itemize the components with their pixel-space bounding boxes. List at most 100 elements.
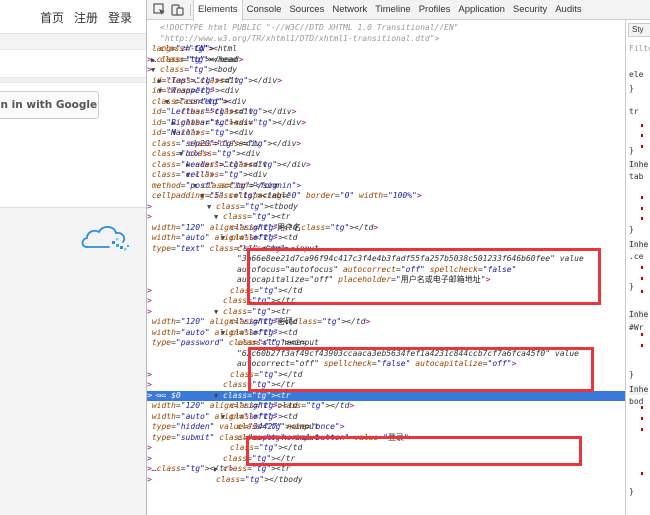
tab-console[interactable]: Console [243,0,286,20]
devtools-tabs: Elements Console Sources Network Timelin… [193,0,586,21]
dom-node[interactable]: ▼ class="tg"><div class="content"> [147,97,625,107]
dom-node[interactable]: class="tg"><td width="120" align="right"… [147,401,625,411]
tab-profiles[interactable]: Profiles [415,0,455,20]
dom-node[interactable]: ▶ class="tg"><div id="Rightbar">…class="t… [147,118,625,128]
dom-node[interactable]: ▶ class="tg"><head >…class="tg"></head> [147,55,625,65]
dom-node[interactable]: ▼ class="tg"><td width="auto" align="left… [147,412,625,422]
style-rule-line: } [629,487,634,496]
style-property-marker [641,134,643,137]
dom-node[interactable]: class="tg"></td > [147,443,625,453]
dom-node[interactable]: class="tg"><input type="password" class=… [147,338,625,348]
dom-node[interactable]: class="tg"><input type="submit" class="s… [147,433,625,443]
cloud-logo-icon [81,225,129,251]
style-property-marker [641,196,643,199]
styles-filter[interactable]: Filte [629,44,650,54]
dom-node[interactable]: "http://www.w3.org/TR/xhtml1/DTD/xhtml1-… [147,34,625,44]
dom-node[interactable]: <!DOCTYPE html PUBLIC "-//W3C//DTD XHTML… [147,23,625,33]
style-property-marker [641,290,643,293]
dom-node[interactable]: class="tg"></td > [147,370,625,380]
devtools-panel: Elements Console Sources Network Timelin… [146,0,650,515]
style-rule-line: .ce [629,252,644,261]
style-rule-line: Inhe [629,240,649,250]
dom-node[interactable]: ▼ class="tg"><body > [147,65,625,75]
dom-node[interactable]: autocorrect="off" spellcheck="false" aut… [147,359,625,369]
dom-node[interactable]: ▼ class="tg"><tr > [147,212,625,222]
page-top-bar: 首页 注册 登录 [0,0,146,34]
dom-node[interactable]: ▼ class="tg"><div id="Main"> [147,128,625,138]
google-signin-card: gn in with Google [0,82,146,208]
inspect-element-icon[interactable] [153,3,166,16]
style-property-marker [641,428,643,431]
dom-node[interactable]: class="tg"></tbody > [147,475,625,485]
style-property-marker [641,217,643,220]
dom-node[interactable]: "62c60b27f3af49cf43903ccaaca3eb5634fef1a… [147,349,625,359]
tab-sources[interactable]: Sources [285,0,328,20]
dom-node-selected[interactable]: ··· ▼ class="tg"><tr > == $0 [147,390,625,401]
devtools-toolbar: Elements Console Sources Network Timelin… [147,0,650,21]
dom-node[interactable]: ▼ class="tg"><div id="Wrapper"> [147,86,625,96]
web-page-pane: 首页 注册 登录 gn in with Google [0,0,146,515]
style-property-marker [641,417,643,420]
dom-node[interactable]: class="tg"></tr > [147,454,625,464]
tab-security[interactable]: Security [509,0,551,20]
tab-network[interactable]: Network [328,0,371,20]
style-rule-line: } [629,146,634,155]
style-rule-line: } [629,370,634,379]
style-property-marker [641,406,643,409]
style-property-marker [641,344,643,347]
dom-node[interactable]: ▼ class="tg"><td width="auto" align="left… [147,328,625,338]
dom-node[interactable]: class="tg"></td > [147,286,625,296]
dom-node[interactable]: ▼ class="tg"><tbody > [147,202,625,212]
login-field-strip [0,49,146,78]
device-toolbar-icon[interactable] [171,3,184,16]
dom-node[interactable]: class="tg"><html lang="zh-CN"> [147,44,625,54]
nav-login-link[interactable]: 登录 [108,11,132,25]
dom-node[interactable]: class="tg"><div id="Leftbar">class="tg">… [147,107,625,117]
style-property-marker [641,124,643,127]
style-rule-line: Inhe [629,385,649,395]
style-rule-line: ele [629,70,644,79]
dom-node[interactable]: class="tg"><input type="hidden" value="3… [147,422,625,432]
dom-node[interactable]: autofocus="autofocus" autocorrect="off" … [147,265,625,275]
style-rule-line: tr [629,107,639,116]
style-property-marker [641,266,643,269]
elements-dom-tree[interactable]: <!DOCTYPE html PUBLIC "-//W3C//DTD XHTML… [147,20,625,515]
dom-node[interactable]: ▼ class="tg"><td width="auto" align="left… [147,233,625,243]
dom-node[interactable]: class="tg"><input type="text" class="sl"… [147,244,625,254]
dom-node[interactable]: ▼ class="tg"><table cellpadding="5" cells… [147,191,625,201]
dom-node[interactable]: class="tg"><td width="120" align="right"… [147,317,625,327]
style-rule-line: tab [629,172,644,181]
dom-node[interactable]: "3a66e8ee21d7ca96f94c417c3f4e4b3fadf55fa… [147,254,625,264]
dom-node[interactable]: autocapitalize="off" placeholder="用户名或电子… [147,275,625,285]
dom-node[interactable]: class="tg"><div class="sep20">class="tg"… [147,139,625,149]
dom-node[interactable]: ▼ class="tg"><form method="post" action="… [147,181,625,191]
style-rule-line: } [629,84,634,93]
dom-node[interactable]: ▼ class="tg"><tr > [147,307,625,317]
toolbar-divider [190,4,191,16]
google-signin-button[interactable]: gn in with Google [0,91,99,119]
style-property-marker [641,277,643,280]
style-rule-line: Inhe [629,310,649,320]
dom-node[interactable]: ▼ class="tg"><div class="cell"> [147,170,625,180]
dom-node[interactable]: class="tg"></tr > [147,296,625,306]
style-property-marker [641,472,643,475]
style-property-marker [641,207,643,210]
dom-node[interactable]: ▶ class="tg"><div class="header">…class="… [147,160,625,170]
tab-application[interactable]: Application [454,0,508,20]
style-property-marker [641,333,643,336]
tab-audits[interactable]: Audits [551,0,585,20]
dom-node[interactable]: class="tg"><td width="120" align="right"… [147,223,625,233]
dom-node[interactable]: ▶ class="tg"><tr >…class="tg"></tr> [147,464,625,474]
tab-elements[interactable]: Elements [193,0,243,21]
dom-node[interactable]: ▶ class="tg"><div id="Top">…class="tg"></… [147,76,625,86]
style-rule-line: Inhe [629,160,649,170]
nav-register-link[interactable]: 注册 [74,11,98,25]
style-rule-line: } [629,225,634,234]
styles-tab[interactable]: Sty [628,23,650,37]
style-rule-line: } [629,282,634,291]
dom-node[interactable]: class="tg"></tr > [147,380,625,390]
style-property-marker [641,145,643,148]
nav-home-link[interactable]: 首页 [40,11,64,25]
dom-node[interactable]: ▼ class="tg"><div class="box"> [147,149,625,159]
tab-timeline[interactable]: Timeline [371,0,415,20]
